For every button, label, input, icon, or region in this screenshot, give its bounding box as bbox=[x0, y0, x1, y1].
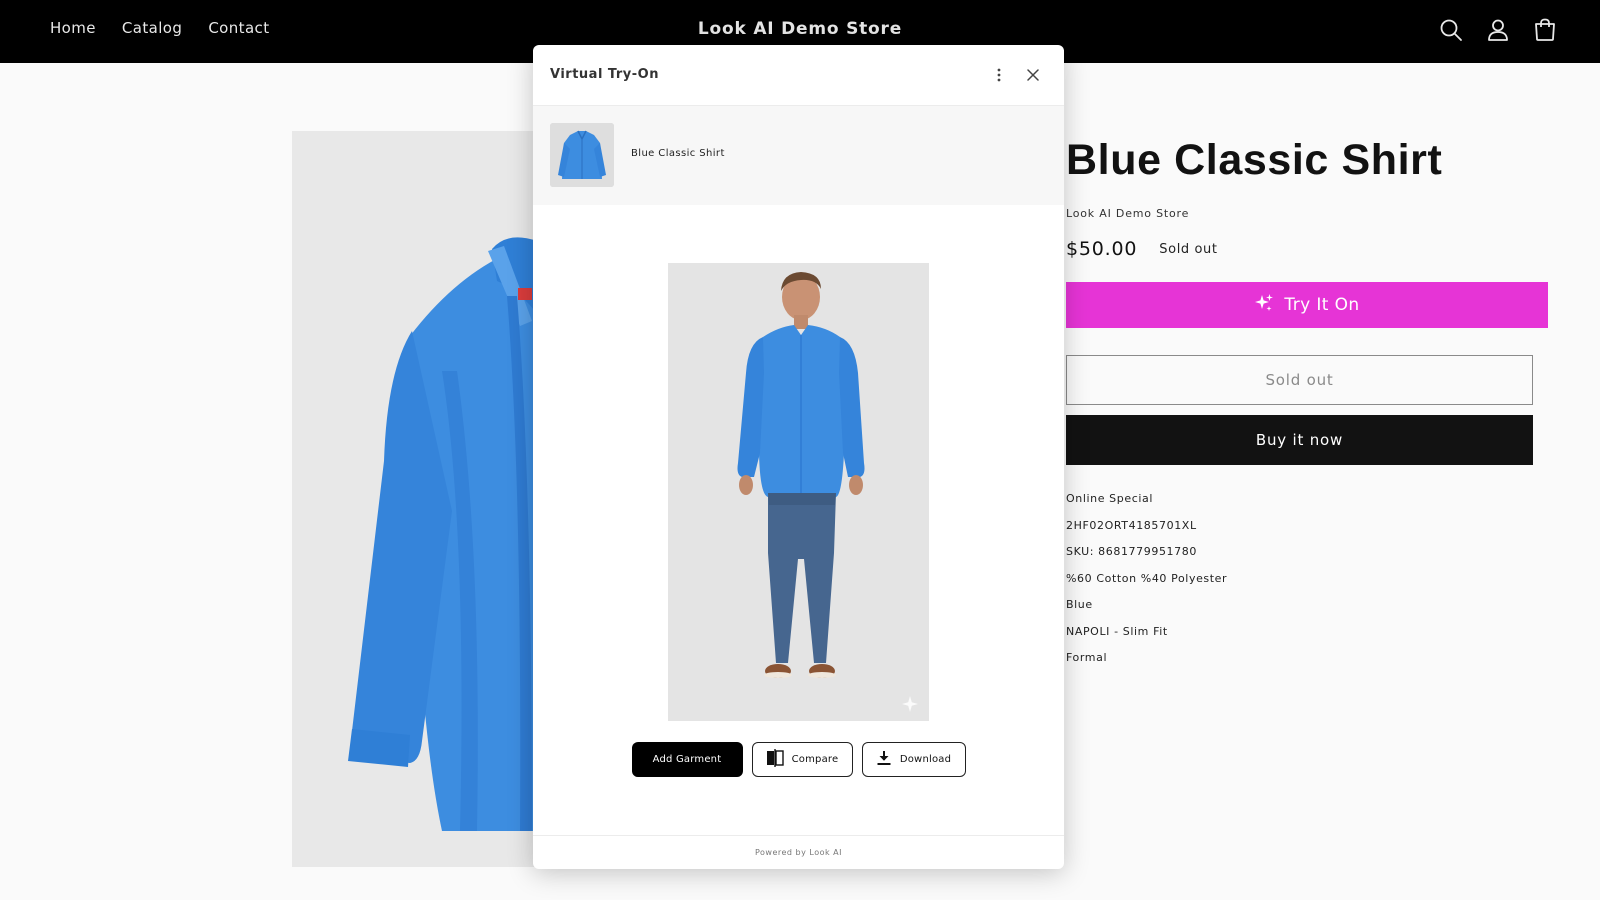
store-logo-text[interactable]: Look AI Demo Store bbox=[0, 19, 1600, 39]
spec-item: NAPOLI - Slim Fit bbox=[1066, 624, 1168, 638]
buy-now-button[interactable]: Buy it now bbox=[1066, 415, 1533, 465]
product-title: Blue Classic Shirt bbox=[1066, 136, 1443, 184]
spec-item: %60 Cotton %40 Polyester bbox=[1066, 571, 1228, 585]
virtual-try-on-modal: Virtual Try-On Blue Classic Shirt Add Ga… bbox=[533, 45, 1064, 869]
spec-item: Online Special bbox=[1066, 492, 1154, 505]
cart-icon[interactable] bbox=[1532, 17, 1558, 43]
spec-item: 2HF02ORT4185701XL bbox=[1066, 518, 1197, 532]
modal-header: Virtual Try-On bbox=[533, 45, 1064, 106]
search-icon[interactable] bbox=[1438, 17, 1464, 43]
selected-garment: Blue Classic Shirt bbox=[533, 106, 1064, 205]
compare-button[interactable]: Compare bbox=[751, 742, 853, 777]
account-icon[interactable] bbox=[1485, 17, 1511, 43]
product-specs: Online Special 2HF02ORT4185701XL SKU: 86… bbox=[1066, 491, 1556, 677]
download-icon bbox=[876, 750, 892, 769]
garment-name: Blue Classic Shirt bbox=[631, 148, 725, 159]
product-vendor: Look AI Demo Store bbox=[1066, 207, 1190, 220]
garment-thumbnail[interactable] bbox=[550, 123, 614, 187]
sparkle-icon bbox=[1254, 293, 1274, 318]
download-button[interactable]: Download bbox=[861, 742, 966, 777]
spec-item: Blue bbox=[1066, 598, 1093, 611]
spec-item: Formal bbox=[1066, 651, 1108, 664]
ai-sparkle-icon bbox=[901, 695, 919, 713]
price-row: $50.00 Sold out bbox=[1066, 238, 1556, 260]
more-options-icon[interactable] bbox=[989, 65, 1009, 85]
close-icon[interactable] bbox=[1023, 65, 1043, 85]
powered-by-footer: Powered by Look AI bbox=[533, 835, 1064, 869]
sold-out-button[interactable]: Sold out bbox=[1066, 355, 1533, 405]
spec-item: SKU: 8681779951780 bbox=[1066, 545, 1197, 558]
model-illustration bbox=[668, 263, 929, 721]
product-info: Blue Classic Shirt Look AI Demo Store $5… bbox=[1066, 131, 1556, 677]
try-it-on-button[interactable]: Try It On bbox=[1066, 282, 1548, 328]
compare-icon bbox=[766, 749, 784, 770]
try-on-result-image[interactable] bbox=[668, 263, 929, 721]
compare-label: Compare bbox=[791, 754, 839, 765]
product-price: $50.00 bbox=[1066, 238, 1138, 260]
download-label: Download bbox=[899, 754, 952, 765]
modal-title: Virtual Try-On bbox=[550, 67, 659, 82]
add-garment-button[interactable]: Add Garment bbox=[631, 742, 743, 777]
sold-out-badge: Sold out bbox=[1159, 241, 1218, 257]
header-icons bbox=[1438, 17, 1558, 43]
try-it-on-label: Try It On bbox=[1284, 295, 1360, 315]
try-on-actions: Add Garment Compare Download bbox=[533, 742, 1064, 777]
